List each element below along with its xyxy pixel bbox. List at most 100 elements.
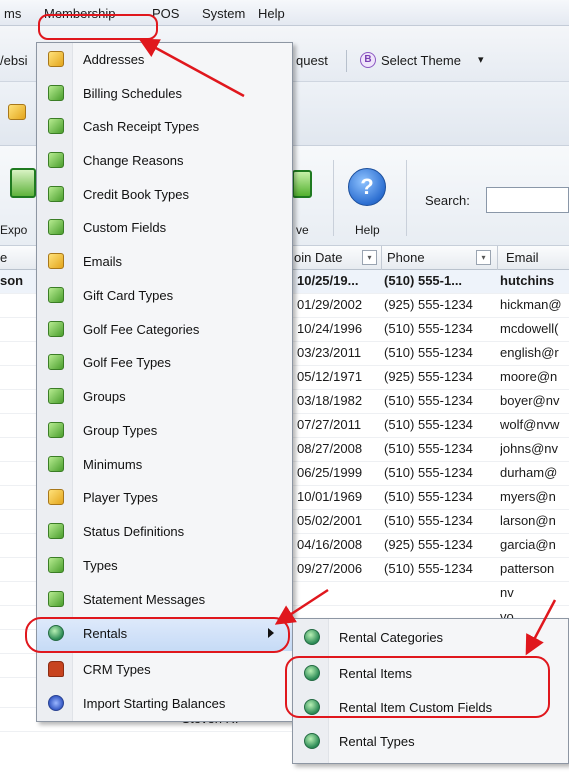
submenu-item-label: Rental Items <box>339 666 412 681</box>
menu-help[interactable]: Help <box>258 4 285 24</box>
shield-icon <box>48 287 64 303</box>
select-theme-button[interactable]: Select Theme <box>381 53 461 68</box>
column-header-name[interactable]: e <box>0 250 7 265</box>
cell-phone: (925) 555-1234 <box>384 537 473 552</box>
column-header-phone[interactable]: Phone <box>387 250 425 265</box>
submenu-item-label: Rental Types <box>339 734 415 749</box>
cell-phone: (510) 555-1234 <box>384 417 473 432</box>
cell-email: hickman@ <box>500 297 562 312</box>
menu-item-groups[interactable]: Groups <box>37 380 292 414</box>
column-header-join-date[interactable]: oin Date <box>294 250 342 265</box>
theme-icon: B <box>360 52 376 68</box>
menu-item-label: Golf Fee Types <box>83 355 171 370</box>
submenu-item-rental-categories[interactable]: Rental Categories <box>293 621 568 655</box>
menu-item-status-definitions[interactable]: Status Definitions <box>37 515 292 549</box>
website-button[interactable]: /ebsi <box>0 53 27 68</box>
cell-join-date: 05/12/1971 <box>297 369 363 384</box>
globe-icon <box>48 625 64 641</box>
shield-icon <box>48 388 64 404</box>
menu-item-label: Custom Fields <box>83 220 167 235</box>
ribbon-divider <box>406 160 407 236</box>
menu-item-label: Group Types <box>83 423 158 438</box>
menu-item-cash-receipt-types[interactable]: Cash Receipt Types <box>37 110 292 144</box>
filter-icon[interactable]: ▾ <box>362 250 377 265</box>
chevron-right-icon <box>268 628 274 638</box>
cell-join-date: 10/24/1996 <box>297 321 363 336</box>
menu-item-statement-messages[interactable]: Statement Messages <box>37 583 292 617</box>
menu-item-import-starting-balances[interactable]: Import Starting Balances <box>37 687 292 721</box>
menu-pos[interactable]: POS <box>152 4 179 24</box>
menu-system[interactable]: System <box>202 4 245 24</box>
menu-partial-item[interactable]: ms <box>4 4 21 24</box>
cell-phone: (510) 555-1234 <box>384 393 473 408</box>
menu-item-label: Groups <box>83 389 126 404</box>
globe-icon <box>304 733 320 749</box>
help-icon[interactable]: ? <box>348 168 386 206</box>
cell-email: garcia@n <box>500 537 556 552</box>
shield-icon <box>48 321 64 337</box>
submenu-item-rental-types[interactable]: Rental Types <box>293 725 568 759</box>
menu-item-credit-book-types[interactable]: Credit Book Types <box>37 178 292 212</box>
submenu-item-label: Rental Categories <box>339 630 444 645</box>
column-divider[interactable] <box>497 246 498 270</box>
menu-item-label: Billing Schedules <box>83 86 183 101</box>
menu-item-label: Emails <box>83 254 123 269</box>
column-header-email[interactable]: Email <box>506 250 539 265</box>
menu-item-emails[interactable]: Emails <box>37 245 292 279</box>
menu-item-golf-fee-types[interactable]: Golf Fee Types <box>37 346 292 380</box>
tag-icon[interactable] <box>8 104 26 120</box>
filter-icon[interactable]: ▾ <box>476 250 491 265</box>
ribbon-divider <box>333 160 334 236</box>
menu-item-label: Rentals <box>83 626 128 641</box>
cell-email: english@r <box>500 345 559 360</box>
shield-icon <box>48 219 64 235</box>
menu-item-minimums[interactable]: Minimums <box>37 448 292 482</box>
submenu-item-rental-item-custom-fields[interactable]: Rental Item Custom Fields <box>293 691 568 725</box>
cell-phone: (510) 555-1234 <box>384 345 473 360</box>
shield-icon <box>48 557 64 573</box>
cell-email: patterson <box>500 561 555 576</box>
chevron-down-icon[interactable]: ▾ <box>478 53 484 66</box>
cell-phone: (925) 555-1234 <box>384 369 473 384</box>
excel-export-icon[interactable] <box>10 168 36 198</box>
menu-item-change-reasons[interactable]: Change Reasons <box>37 144 292 178</box>
rentals-submenu: Rental Categories Rental Items Rental Item… <box>292 618 569 764</box>
phone-icon <box>48 661 64 677</box>
wand-icon <box>48 695 64 711</box>
menu-item-golf-fee-categories[interactable]: Golf Fee Categories <box>37 313 292 347</box>
menu-item-crm-types[interactable]: CRM Types <box>37 653 292 687</box>
membership-dropdown-menu: Addresses Billing Schedules Cash Receipt T… <box>36 42 293 722</box>
tag-icon <box>48 51 64 67</box>
menu-item-label: Golf Fee Categories <box>83 322 200 337</box>
tag-icon <box>48 253 64 269</box>
menu-item-group-types[interactable]: Group Types <box>37 414 292 448</box>
cell-email: myers@n <box>500 489 556 504</box>
menu-membership[interactable]: Membership <box>44 4 116 24</box>
menu-item-types[interactable]: Types <box>37 549 292 583</box>
request-button[interactable]: quest <box>296 53 328 68</box>
save-icon[interactable] <box>292 170 312 198</box>
menu-item-custom-fields[interactable]: Custom Fields <box>37 211 292 245</box>
menu-item-addresses[interactable]: Addresses <box>37 43 292 77</box>
menu-item-player-types[interactable]: Player Types <box>37 481 292 515</box>
cell-email: durham@ <box>500 465 558 480</box>
cell-phone: (925) 555-1234 <box>384 297 473 312</box>
shield-icon <box>48 85 64 101</box>
cell-email: nv <box>500 585 514 600</box>
cell-join-date: 05/02/2001 <box>297 513 363 528</box>
menu-item-gift-card-types[interactable]: Gift Card Types <box>37 279 292 313</box>
menu-item-billing-schedules[interactable]: Billing Schedules <box>37 77 292 111</box>
menu-item-label: Addresses <box>83 52 145 67</box>
search-input[interactable] <box>486 187 569 213</box>
cell-phone: (510) 555-1234 <box>384 489 473 504</box>
cell-phone: (510) 555-1234 <box>384 441 473 456</box>
column-divider[interactable] <box>381 246 382 270</box>
submenu-item-rental-items[interactable]: Rental Items <box>293 657 568 691</box>
cell-phone: (510) 555-1234 <box>384 513 473 528</box>
menu-item-rentals[interactable]: Rentals <box>37 617 292 651</box>
save-label: ve <box>296 223 309 237</box>
toolbar-divider <box>346 50 347 72</box>
shield-icon <box>48 456 64 472</box>
cell-join-date: 10/25/19... <box>297 273 359 288</box>
cell-join-date: 06/25/1999 <box>297 465 363 480</box>
